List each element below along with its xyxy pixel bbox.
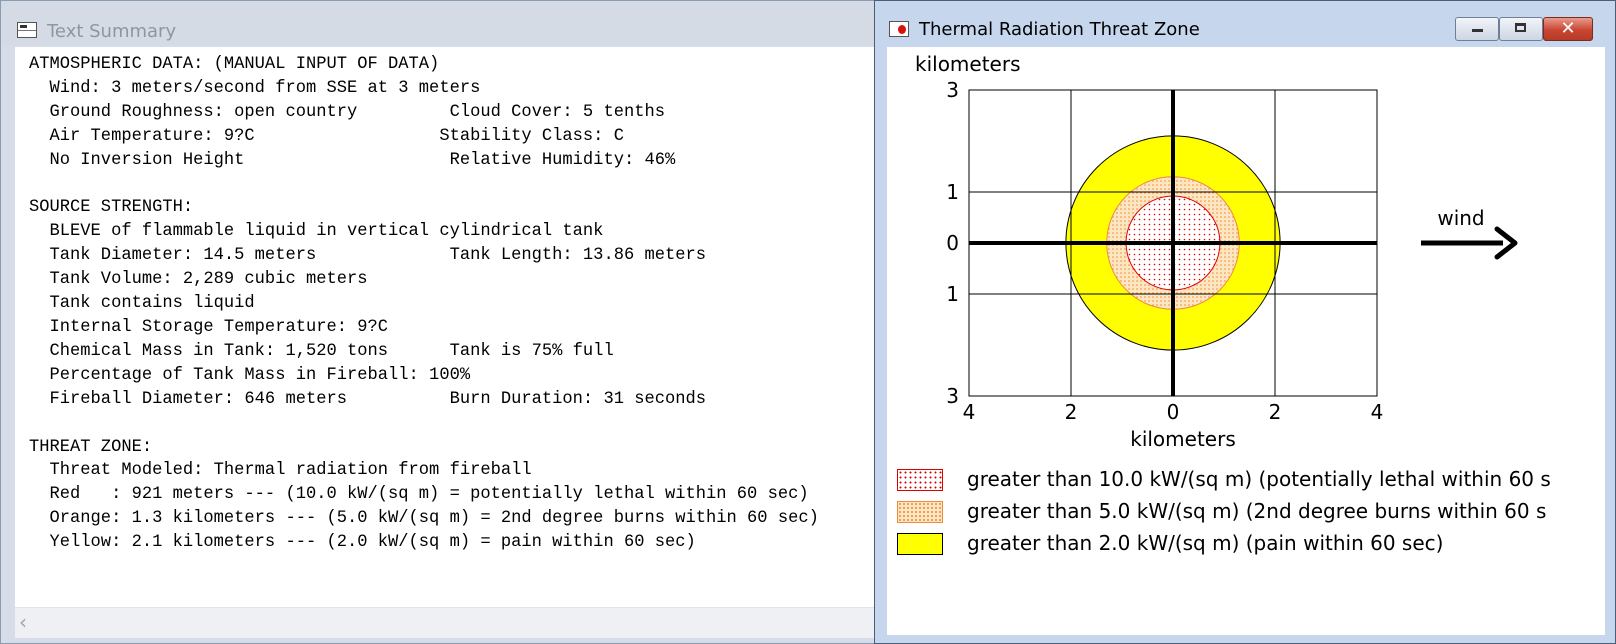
maximize-button[interactable]: [1499, 17, 1543, 41]
y-tick-label: 0: [946, 231, 959, 255]
close-icon: ✕: [1560, 18, 1576, 39]
y-tick-label: 3: [946, 78, 959, 102]
x-tick-label: 4: [1371, 400, 1384, 424]
summary-line: Tank Diameter: 14.5 meters Tank Length: …: [29, 246, 707, 266]
text-summary-window[interactable]: Text Summary ATMOSPHERIC DATA: (MANUAL I…: [0, 0, 877, 644]
threat-zone-plot-area: 4 2 0 2 4 3 1 0 1 3 kilometers kilometers wind great…: [887, 47, 1605, 635]
summary-line: THREAT ZONE:: [29, 437, 153, 457]
threat-zone-window-icon: [889, 21, 909, 37]
maximize-icon: [1515, 23, 1526, 32]
summary-line: Threat Modeled: Thermal radiation from f…: [29, 461, 532, 481]
summary-line: Fireball Diameter: 646 meters Burn Durat…: [29, 389, 707, 409]
summary-line: Orange: 1.3 kilometers --- (5.0 kW/(sq m…: [29, 509, 819, 529]
summary-line: Wind: 3 meters/second from SSE at 3 mete…: [29, 78, 481, 98]
x-tick-label: 4: [963, 400, 976, 424]
summary-line: Red : 921 meters --- (10.0 kW/(sq m) = p…: [29, 485, 809, 505]
summary-line: Chemical Mass in Tank: 1,520 tons Tank i…: [29, 341, 614, 361]
summary-line: Ground Roughness: open country Cloud Cov…: [29, 102, 665, 122]
summary-line: Air Temperature: 9?C Stability Class: C: [29, 126, 624, 146]
text-summary-content[interactable]: ATMOSPHERIC DATA: (MANUAL INPUT OF DATA)…: [15, 47, 877, 607]
summary-line: Yellow: 2.1 kilometers --- (2.0 kW/(sq m…: [29, 533, 696, 553]
legend-label: greater than 10.0 kW/(sq m) (potentially…: [967, 467, 1551, 491]
y-axis-label: kilometers: [915, 52, 1021, 76]
wind-label: wind: [1437, 206, 1484, 230]
summary-line: ATMOSPHERIC DATA: (MANUAL INPUT OF DATA): [29, 55, 440, 74]
summary-line: BLEVE of flammable liquid in vertical cy…: [29, 222, 604, 242]
threat-zone-title: Thermal Radiation Threat Zone: [919, 19, 1200, 40]
summary-line: Percentage of Tank Mass in Fireball: 100…: [29, 365, 471, 385]
minimize-icon: [1472, 29, 1483, 32]
legend-swatch: [897, 469, 943, 491]
summary-line: SOURCE STRENGTH:: [29, 198, 194, 218]
close-button[interactable]: ✕: [1543, 17, 1593, 41]
summary-line: Tank Volume: 2,289 cubic meters: [29, 270, 368, 290]
summary-line: No Inversion Height Relative Humidity: 4…: [29, 150, 676, 170]
x-tick-label: 2: [1269, 400, 1282, 424]
text-summary-titlebar[interactable]: Text Summary: [1, 1, 875, 45]
x-tick-label: 2: [1065, 400, 1078, 424]
summary-line: Tank contains liquid: [29, 294, 255, 314]
text-summary-title: Text Summary: [47, 21, 177, 42]
legend-label: greater than 2.0 kW/(sq m) (pain within …: [967, 531, 1444, 555]
legend-label: greater than 5.0 kW/(sq m) (2nd degree b…: [967, 499, 1547, 523]
y-tick-label: 1: [946, 180, 959, 204]
minimize-button[interactable]: [1455, 17, 1499, 41]
threat-zone-titlebar[interactable]: Thermal Radiation Threat Zone ✕: [875, 1, 1615, 47]
summary-line: Internal Storage Temperature: 9?C: [29, 317, 389, 337]
text-summary-window-icon: [17, 22, 37, 38]
x-tick-label: 0: [1167, 400, 1180, 424]
legend-swatch: [897, 533, 943, 555]
horizontal-scrollbar[interactable]: ‹: [15, 607, 877, 638]
scroll-left-arrow-icon[interactable]: ‹: [19, 610, 27, 634]
legend-swatch: [897, 501, 943, 523]
summary-text-body: ATMOSPHERIC DATA: (MANUAL INPUT OF DATA)…: [29, 53, 819, 555]
y-tick-label: 3: [946, 384, 959, 408]
threat-zone-window[interactable]: Thermal Radiation Threat Zone ✕ 42024310…: [874, 0, 1616, 644]
x-axis-label: kilometers: [1130, 427, 1236, 451]
y-tick-label: 1: [946, 282, 959, 306]
